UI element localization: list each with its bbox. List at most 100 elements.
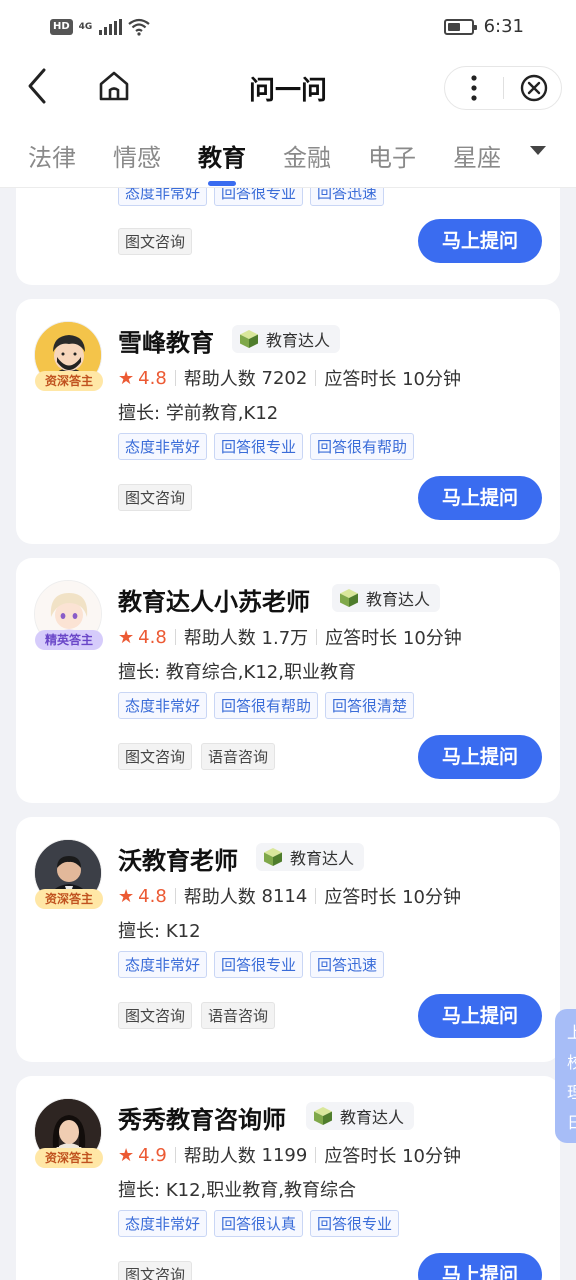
response-time-label: 应答时长 bbox=[325, 628, 398, 649]
service-text-consult[interactable]: 图文咨询 bbox=[118, 743, 193, 770]
tag: 回答很专业 bbox=[214, 951, 304, 978]
tab-horoscope[interactable]: 星座 bbox=[453, 138, 501, 173]
tag-list: 态度非常好 回答很专业 回答很有帮助 bbox=[118, 433, 415, 460]
rating-value: 4.8 bbox=[138, 626, 167, 648]
expertise-value: 学前教育,K12 bbox=[165, 403, 279, 424]
expert-stats: ★ 4.9 帮助人数 1199 应答时长 10分钟 bbox=[118, 1142, 461, 1168]
tag: 态度非常好 bbox=[118, 692, 208, 719]
service-text-consult[interactable]: 图文咨询 bbox=[118, 1261, 193, 1280]
help-count-value: 1.7万 bbox=[261, 628, 309, 649]
expert-card[interactable]: 资深答主 雪峰教育 教育达人 ★ 4.8 帮助人数 7202 应答时长 10分钟… bbox=[16, 299, 560, 544]
expert-title: 教育达人 bbox=[266, 331, 331, 350]
badge-elite-answerer: 精英答主 bbox=[35, 630, 103, 650]
expert-title-badge: 教育达人 bbox=[306, 1102, 415, 1130]
service-text-consult[interactable]: 图文咨询 bbox=[118, 484, 193, 511]
more-icon[interactable] bbox=[451, 67, 497, 109]
response-time-value: 10分钟 bbox=[402, 887, 461, 908]
tab-electronics[interactable]: 电子 bbox=[368, 138, 416, 173]
tab-finance[interactable]: 金融 bbox=[283, 138, 331, 173]
help-count-label: 帮助人数 bbox=[183, 628, 256, 649]
rating-value: 4.8 bbox=[138, 885, 167, 907]
floating-side-tab[interactable]: 上 校 理 日 bbox=[555, 1009, 576, 1143]
capsule-divider bbox=[503, 77, 504, 99]
active-tab-indicator bbox=[208, 181, 236, 186]
avatar[interactable]: 精英答主 bbox=[34, 580, 104, 654]
help-count-value: 7202 bbox=[261, 367, 308, 389]
tag: 回答很认真 bbox=[214, 1210, 304, 1237]
tab-education[interactable]: 教育 bbox=[198, 138, 246, 173]
expert-stats: ★ 4.8 帮助人数 1.7万 应答时长 10分钟 bbox=[118, 624, 462, 650]
expertise-label: 擅长: bbox=[118, 921, 161, 942]
badge-senior-answerer: 资深答主 bbox=[35, 371, 103, 391]
ask-now-button[interactable]: 马上提问 bbox=[418, 1253, 542, 1280]
response-time-value: 10分钟 bbox=[402, 1146, 461, 1167]
response-time-label: 应答时长 bbox=[324, 1146, 397, 1167]
tab-emotion[interactable]: 情感 bbox=[113, 138, 161, 173]
mini-program-capsule bbox=[444, 66, 562, 110]
close-icon[interactable] bbox=[511, 67, 557, 109]
clock: 6:31 bbox=[483, 16, 524, 37]
network-type: 4G bbox=[78, 21, 93, 32]
badge-senior-answerer: 资深答主 bbox=[35, 889, 103, 909]
help-count-label: 帮助人数 bbox=[183, 369, 256, 390]
response-time-value: 10分钟 bbox=[402, 369, 461, 390]
help-count-label: 帮助人数 bbox=[183, 1146, 256, 1167]
expert-title: 教育达人 bbox=[340, 1108, 405, 1127]
ask-now-button[interactable]: 马上提问 bbox=[418, 476, 542, 520]
service-list: 图文咨询 语音咨询 bbox=[118, 743, 276, 770]
expert-title-badge: 教育达人 bbox=[256, 843, 365, 871]
expert-stats: ★ 4.8 帮助人数 7202 应答时长 10分钟 bbox=[118, 365, 461, 391]
service-voice-consult[interactable]: 语音咨询 bbox=[201, 743, 276, 770]
cube-icon bbox=[264, 848, 282, 866]
star-icon: ★ bbox=[118, 626, 135, 648]
star-icon: ★ bbox=[118, 1144, 135, 1166]
tag: 态度非常好 bbox=[118, 433, 208, 460]
badge-senior-answerer: 资深答主 bbox=[35, 1148, 103, 1168]
ask-now-button[interactable]: 马上提问 bbox=[418, 994, 542, 1038]
chevron-down-icon[interactable] bbox=[530, 146, 546, 155]
service-text-consult[interactable]: 图文咨询 bbox=[118, 228, 193, 255]
float-tab-char: 理 bbox=[567, 1083, 576, 1102]
tag-list: 态度非常好 回答很有帮助 回答很清楚 bbox=[118, 692, 415, 719]
category-tabs: 法律 情感 教育 金融 电子 星座 bbox=[0, 118, 576, 188]
star-icon: ★ bbox=[118, 885, 135, 907]
signal-icon bbox=[98, 19, 122, 35]
service-list: 图文咨询 bbox=[118, 228, 193, 255]
rating-value: 4.8 bbox=[138, 367, 167, 389]
expertise-row: 擅长: K12,职业教育,教育综合 bbox=[118, 1176, 356, 1202]
expert-card[interactable]: 精英答主 教育达人小苏老师 教育达人 ★ 4.8 帮助人数 1.7万 应答时长 … bbox=[16, 558, 560, 803]
avatar[interactable]: 资深答主 bbox=[34, 839, 104, 913]
tag: 回答很专业 bbox=[214, 433, 304, 460]
expertise-row: 擅长: 学前教育,K12 bbox=[118, 399, 278, 425]
battery-icon bbox=[443, 18, 477, 35]
expert-title-badge: 教育达人 bbox=[232, 325, 341, 353]
float-tab-char: 日 bbox=[567, 1113, 576, 1132]
rating-value: 4.9 bbox=[138, 1144, 167, 1166]
cube-icon bbox=[240, 330, 258, 348]
expert-card[interactable]: 资深答主 沃教育老师 教育达人 ★ 4.8 帮助人数 8114 应答时长 10分… bbox=[16, 817, 560, 1062]
response-time-label: 应答时长 bbox=[324, 887, 397, 908]
avatar[interactable]: 资深答主 bbox=[34, 321, 104, 395]
tag: 回答很专业 bbox=[310, 1210, 400, 1237]
status-bar: HD 4G 6:31 bbox=[0, 0, 576, 58]
expertise-value: 教育综合,K12,职业教育 bbox=[165, 662, 356, 683]
tag: 回答很有帮助 bbox=[310, 433, 415, 460]
expert-name: 雪峰教育 bbox=[118, 329, 214, 357]
wifi-icon bbox=[127, 18, 150, 36]
ask-now-button[interactable]: 马上提问 bbox=[418, 735, 542, 779]
expert-card[interactable]: 资深答主 秀秀教育咨询师 教育达人 ★ 4.9 帮助人数 1199 应答时长 1… bbox=[16, 1076, 560, 1280]
nav-bar: 问一问 bbox=[0, 58, 576, 118]
float-tab-char: 上 bbox=[567, 1023, 576, 1042]
float-tab-char: 校 bbox=[567, 1053, 576, 1072]
service-voice-consult[interactable]: 语音咨询 bbox=[201, 1002, 276, 1029]
hd-indicator: HD bbox=[50, 19, 73, 35]
service-list: 图文咨询 bbox=[118, 1261, 193, 1280]
expert-name: 教育达人小苏老师 bbox=[118, 588, 310, 616]
tag-list: 态度非常好 回答很专业 回答迅速 bbox=[118, 951, 385, 978]
ask-now-button[interactable]: 马上提问 bbox=[418, 219, 542, 263]
tab-law[interactable]: 法律 bbox=[28, 138, 76, 173]
service-list: 图文咨询 语音咨询 bbox=[118, 1002, 276, 1029]
service-text-consult[interactable]: 图文咨询 bbox=[118, 1002, 193, 1029]
tag: 回答很有帮助 bbox=[214, 692, 319, 719]
avatar[interactable]: 资深答主 bbox=[34, 1098, 104, 1172]
